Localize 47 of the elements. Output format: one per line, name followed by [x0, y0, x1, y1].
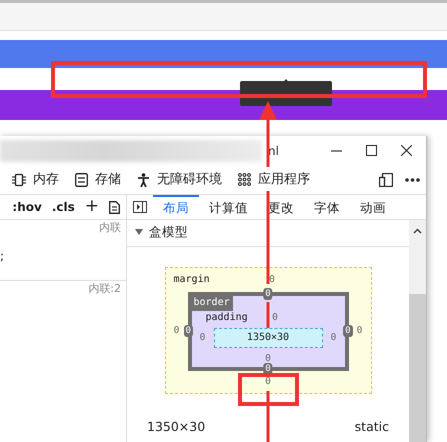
padding-value[interactable]: 0	[272, 310, 278, 325]
panel-tab[interactable]: 存储	[75, 170, 121, 190]
margin-value[interactable]: 0	[356, 324, 362, 338]
toggle-button[interactable]: .cls	[52, 198, 75, 216]
rule-source[interactable]: 内联	[0, 220, 126, 236]
margin-label: margin	[174, 273, 211, 288]
sidebar-tab[interactable]: 动画	[350, 195, 396, 219]
size-text: 1350×30	[147, 418, 206, 436]
padding-value[interactable]: 0	[330, 330, 336, 345]
more-icon[interactable]	[405, 178, 420, 182]
sidebar-tab[interactable]: 布局	[153, 195, 199, 219]
sidebar-tab[interactable]: 更改	[258, 195, 304, 219]
sidebar-toggle-icon[interactable]	[133, 201, 147, 213]
toggle-button[interactable]: :hov	[12, 198, 42, 216]
margin-value[interactable]: 0	[265, 374, 271, 389]
padding-value[interactable]: 0	[200, 330, 206, 345]
border-value[interactable]: 0	[263, 362, 273, 375]
twisty-icon[interactable]	[135, 229, 143, 236]
border-value[interactable]: 0	[184, 325, 193, 338]
maximize-icon[interactable]	[366, 145, 377, 156]
minimize-icon[interactable]	[331, 150, 342, 152]
padding-label: padding	[206, 310, 249, 325]
memory-icon	[12, 172, 26, 186]
panel-tab[interactable]: 应用程序	[238, 170, 310, 190]
section-title[interactable]: 盒模型	[149, 223, 188, 242]
scrollbar[interactable]	[409, 220, 426, 442]
border-label: border	[190, 294, 233, 311]
add-rule-button[interactable]: +	[84, 194, 99, 220]
position-text: static	[354, 418, 389, 436]
grid-icon	[238, 173, 251, 186]
person-icon	[137, 172, 150, 186]
rule-text: ;	[0, 248, 4, 264]
border-value[interactable]: 0	[263, 288, 273, 300]
panel-tab[interactable]: 无障碍环境	[137, 170, 222, 190]
sidebar-tab[interactable]: 字体	[304, 195, 350, 219]
sidebar-tab[interactable]: 计算值	[199, 195, 258, 219]
rule-source[interactable]: 内联:2	[0, 281, 126, 298]
margin-value[interactable]: 0	[269, 272, 275, 287]
close-icon[interactable]	[401, 145, 412, 156]
highlight-rectangle	[238, 373, 299, 406]
margin-value[interactable]: 0	[174, 324, 180, 338]
responsive-icon[interactable]	[379, 172, 393, 186]
border-value[interactable]: 0	[343, 325, 352, 338]
document-icon[interactable]	[109, 200, 120, 214]
panel-tab[interactable]: 内存	[12, 170, 59, 190]
storage-icon	[75, 172, 88, 186]
scroll-up-icon[interactable]	[413, 228, 422, 234]
